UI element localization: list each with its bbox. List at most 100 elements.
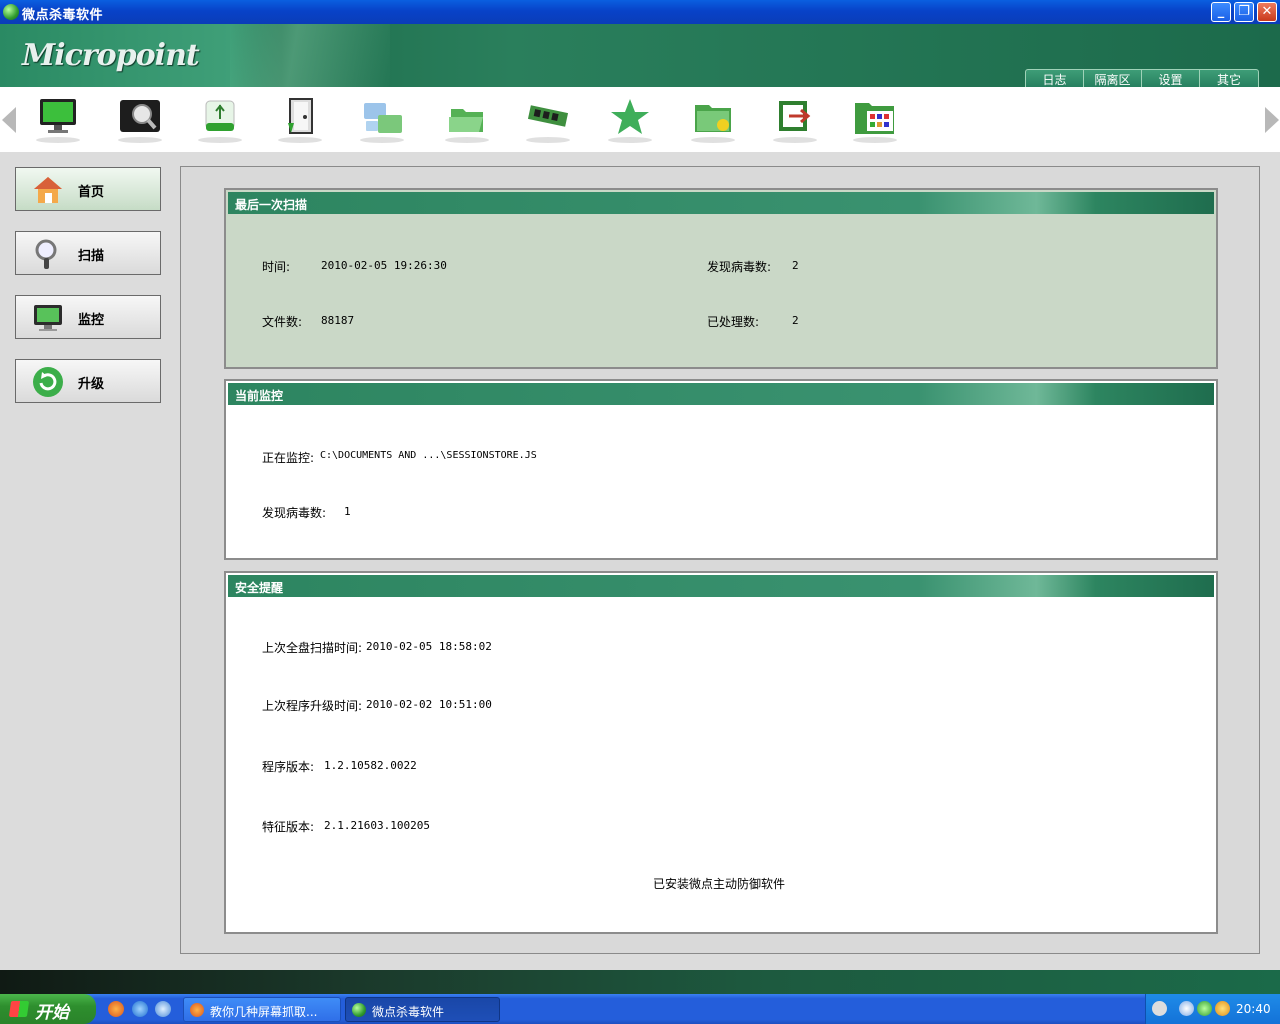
open-folder-icon xyxy=(449,109,483,132)
tool-shadow xyxy=(278,137,322,143)
taskbar-item-micropoint[interactable]: 微点杀毒软件 xyxy=(345,997,500,1022)
full-scan-time-label: 上次全盘扫描时间: xyxy=(262,641,363,655)
tool-star[interactable] xyxy=(600,93,660,145)
signature-version-label: 特征版本: xyxy=(262,820,315,834)
virus-found-value: 2 xyxy=(792,259,799,272)
scan-time-label: 时间: xyxy=(262,260,291,274)
virus-found-label: 发现病毒数: xyxy=(707,260,772,274)
tool-disk-scan[interactable] xyxy=(110,93,170,145)
network-folder-icon xyxy=(364,103,402,133)
input-method-icon[interactable] xyxy=(1152,1001,1167,1016)
window-titlebar[interactable]: 微点杀毒软件 _ ❐ ✕ xyxy=(0,0,1280,24)
file-count-label: 文件数: xyxy=(262,315,303,329)
installed-note: 已安装微点主动防御软件 xyxy=(653,877,786,891)
last-scan-title: 最后一次扫描 xyxy=(235,198,308,212)
tool-shadow xyxy=(526,137,570,143)
security-reminder-title: 安全提醒 xyxy=(235,581,284,595)
close-button[interactable]: ✕ xyxy=(1257,2,1277,22)
program-version-value: 1.2.10582.0022 xyxy=(324,759,417,772)
tool-folder-grid[interactable] xyxy=(845,93,905,145)
nav-monitor-label: 监控 xyxy=(78,313,105,328)
nav-scan[interactable]: 扫描 xyxy=(15,231,161,275)
signature-version-value: 2.1.21603.100205 xyxy=(324,819,430,832)
tool-shadow xyxy=(118,137,162,143)
windows-logo-icon xyxy=(8,1001,30,1017)
firefox-icon[interactable] xyxy=(108,1001,124,1017)
tool-monitor[interactable] xyxy=(28,93,88,145)
app-header: Micropoint 日志 隔离区 设置 其它 xyxy=(0,24,1280,92)
internet-explorer-icon[interactable] xyxy=(132,1001,148,1017)
file-count-value: 88187 xyxy=(321,314,355,327)
home-icon xyxy=(34,177,62,203)
upgrade-time-label: 上次程序升级时间: xyxy=(262,699,363,713)
last-scan-header: 最后一次扫描 xyxy=(228,192,1214,214)
tool-usb[interactable] xyxy=(190,93,250,145)
tool-shadow xyxy=(198,137,242,143)
micropoint-tray-icon[interactable] xyxy=(1197,1001,1212,1016)
nav-home-label: 首页 xyxy=(78,185,105,200)
disk-scan-icon xyxy=(120,100,160,132)
tool-folder-settings[interactable] xyxy=(683,93,743,145)
tool-network-folder[interactable] xyxy=(352,93,412,145)
taskbar-item-browser[interactable]: 教你几种屏幕抓取... xyxy=(183,997,341,1022)
start-label: 开始 xyxy=(35,1003,69,1023)
nav-home[interactable]: 首页 xyxy=(15,167,161,211)
full-scan-time-value: 2010-02-05 18:58:02 xyxy=(366,640,492,653)
tool-strip xyxy=(0,87,1280,152)
nav-upgrade[interactable]: 升级 xyxy=(15,359,161,403)
memory-icon xyxy=(527,105,569,127)
app-icon xyxy=(3,4,19,20)
tool-shadow xyxy=(853,137,897,143)
refresh-icon xyxy=(33,367,63,397)
nav-scan-label: 扫描 xyxy=(78,249,105,264)
main-panel: 最后一次扫描 时间: 2010-02-05 19:26:30 文件数: 8818… xyxy=(180,166,1260,954)
security-reminder-header: 安全提醒 xyxy=(228,575,1214,597)
nav-upgrade-label: 升级 xyxy=(78,377,105,392)
handled-value: 2 xyxy=(792,314,799,327)
tool-shadow xyxy=(691,137,735,143)
taskbar-item-label: 微点杀毒软件 xyxy=(372,1005,445,1019)
scroll-right-arrow-icon[interactable] xyxy=(1265,107,1279,133)
star-icon xyxy=(611,99,649,134)
maximize-button[interactable]: ❐ xyxy=(1234,2,1254,22)
folder-settings-icon xyxy=(695,105,731,132)
upgrade-time-value: 2010-02-02 10:51:00 xyxy=(366,698,492,711)
clock: 20:40 xyxy=(1236,1002,1271,1016)
handled-label: 已处理数: xyxy=(707,315,760,329)
door-exit-icon xyxy=(288,98,313,134)
minimize-button[interactable]: _ xyxy=(1211,2,1231,22)
tool-open-folder[interactable] xyxy=(437,93,497,145)
window-footer-band xyxy=(0,970,1280,994)
header-decoration xyxy=(230,24,390,87)
last-scan-panel: 最后一次扫描 时间: 2010-02-05 19:26:30 文件数: 8818… xyxy=(224,188,1218,369)
current-monitor-panel: 当前监控 正在监控: C:\DOCUMENTS AND ...\SESSIONS… xyxy=(224,379,1218,560)
tool-shadow xyxy=(36,137,80,143)
monitor-virus-value: 1 xyxy=(344,505,351,518)
scan-time-value: 2010-02-05 19:26:30 xyxy=(321,259,447,272)
tool-export[interactable] xyxy=(765,93,825,145)
monitor-icon xyxy=(40,99,76,133)
taskbar-item-label: 教你几种屏幕抓取... xyxy=(210,1005,318,1019)
windows-taskbar: 开始 教你几种屏幕抓取... 微点杀毒软件 20:40 xyxy=(0,994,1280,1024)
tool-door[interactable] xyxy=(270,93,330,145)
usb-drive-icon xyxy=(205,100,235,131)
volume-icon[interactable] xyxy=(1215,1001,1230,1016)
security-reminder-panel: 安全提醒 上次全盘扫描时间: 2010-02-05 18:58:02 上次程序升… xyxy=(224,571,1218,934)
folder-grid-icon xyxy=(855,103,894,134)
system-tray: 20:40 xyxy=(1145,994,1280,1024)
nav-monitor[interactable]: 监控 xyxy=(15,295,161,339)
start-button[interactable]: 开始 xyxy=(0,994,96,1024)
program-version-label: 程序版本: xyxy=(262,760,315,774)
scroll-left-arrow-icon[interactable] xyxy=(2,107,16,133)
quick-launch-icon[interactable] xyxy=(155,1001,171,1017)
tool-memory[interactable] xyxy=(518,93,578,145)
current-monitor-title: 当前监控 xyxy=(235,389,284,403)
monitoring-path-label: 正在监控: xyxy=(262,451,315,465)
tool-shadow xyxy=(773,137,817,143)
monitoring-path-value: C:\DOCUMENTS AND ...\SESSIONSTORE.JS xyxy=(320,450,537,461)
tool-shadow xyxy=(608,137,652,143)
firefox-icon xyxy=(190,1003,204,1017)
current-monitor-header: 当前监控 xyxy=(228,383,1214,405)
tray-expand-icon[interactable] xyxy=(1179,1001,1194,1016)
monitor-icon xyxy=(34,305,62,331)
